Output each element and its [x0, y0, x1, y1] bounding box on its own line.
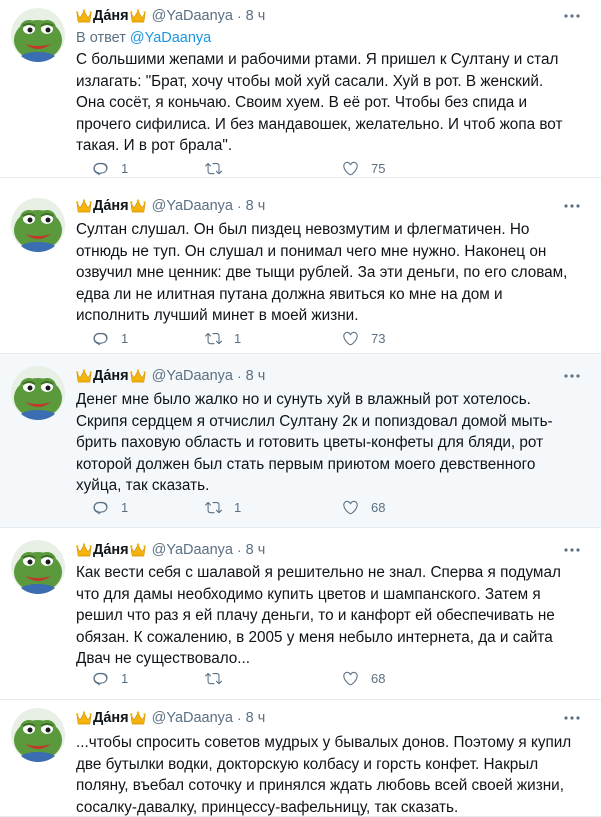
avatar[interactable]: [11, 198, 65, 252]
reply-button[interactable]: 1: [92, 160, 128, 177]
crown-icon: [129, 9, 146, 23]
tweet-actions: 1 75: [92, 160, 512, 178]
crown-icon: [129, 543, 146, 557]
author-name[interactable]: Да́ня: [93, 6, 129, 26]
more-options-icon[interactable]: [563, 713, 581, 723]
crown-icon: [129, 711, 146, 725]
reply-button[interactable]: 1: [92, 499, 128, 516]
tweet-text: Султан слушал. Он был пиздец невозмутим …: [76, 221, 568, 325]
tweet-actions: 1 1 73: [92, 330, 512, 348]
retweet-button[interactable]: 1: [205, 330, 241, 347]
like-button[interactable]: 68: [342, 499, 385, 516]
like-button[interactable]: 68: [342, 670, 385, 687]
tweet-header: Да́ня @YaDaanya · 8 ч: [76, 6, 265, 26]
tweet-actions: 1 68: [92, 670, 512, 688]
retweet-count: 1: [234, 500, 242, 515]
tweet-thread: Да́ня @YaDaanya · 8 ч В ответ @YaDaanya …: [0, 0, 601, 817]
avatar[interactable]: [11, 366, 65, 420]
tweet-text: С большими жепами и рабочими ртами. Я пр…: [76, 51, 563, 155]
separator-dot: ·: [236, 198, 242, 214]
author-name[interactable]: Да́ня: [93, 540, 129, 560]
author-handle[interactable]: @YaDaanya: [152, 196, 233, 216]
like-count: 68: [371, 500, 386, 515]
reply-count: 1: [121, 671, 129, 686]
author-name[interactable]: Да́ня: [93, 366, 129, 386]
like-button[interactable]: 73: [342, 330, 385, 347]
tweet[interactable]: Да́ня @YaDaanya · 8 ч В ответ @YaDaanya …: [0, 0, 601, 178]
avatar[interactable]: [11, 708, 65, 762]
separator-dot: ·: [236, 8, 242, 24]
tweet-header: Да́ня @YaDaanya · 8 ч: [76, 366, 265, 386]
crown-icon: [129, 369, 146, 383]
author-handle[interactable]: @YaDaanya: [152, 708, 233, 728]
tweet-text: ...чтобы спросить советов мудрых у бывал…: [76, 734, 572, 816]
crown-icon: [76, 543, 92, 557]
tweet-header: Да́ня @YaDaanya · 8 ч: [76, 708, 265, 728]
more-options-icon[interactable]: [563, 11, 581, 21]
crown-icon: [76, 199, 92, 213]
author-handle[interactable]: @YaDaanya: [152, 540, 233, 560]
reply-count: 1: [121, 500, 129, 515]
tweet-header: Да́ня @YaDaanya · 8 ч: [76, 196, 265, 216]
more-options-icon[interactable]: [563, 371, 581, 381]
avatar[interactable]: [11, 8, 65, 62]
reply-mention-link[interactable]: @YaDaanya: [130, 30, 211, 46]
separator-dot: ·: [236, 542, 242, 558]
avatar[interactable]: [11, 540, 65, 594]
tweet-text: Как вести себя с шалавой я решительно не…: [76, 564, 561, 668]
tweet[interactable]: Да́ня @YaDaanya · 8 ч Как вести себя с ш…: [0, 528, 601, 700]
like-button[interactable]: 75: [342, 160, 385, 177]
tweet-time[interactable]: 8 ч: [246, 196, 266, 216]
tweet[interactable]: Да́ня @YaDaanya · 8 ч Султан слушал. Он …: [0, 178, 601, 354]
like-count: 75: [371, 161, 386, 176]
like-count: 68: [371, 671, 386, 686]
tweet-actions: 1 1 68: [92, 499, 512, 517]
crown-icon: [76, 711, 92, 725]
author-handle[interactable]: @YaDaanya: [152, 6, 233, 26]
tweet[interactable]: Да́ня @YaDaanya · 8 ч ...чтобы спросить …: [0, 700, 601, 817]
tweet-time[interactable]: 8 ч: [246, 366, 266, 386]
retweet-button[interactable]: [205, 160, 234, 177]
separator-dot: ·: [236, 710, 242, 726]
reply-button[interactable]: 1: [92, 670, 128, 687]
like-count: 73: [371, 331, 386, 346]
tweet-time[interactable]: 8 ч: [246, 708, 266, 728]
tweet-time[interactable]: 8 ч: [246, 6, 266, 26]
author-name[interactable]: Да́ня: [93, 708, 129, 728]
reply-count: 1: [121, 161, 129, 176]
reply-prefix: В ответ: [76, 30, 126, 46]
reply-count: 1: [121, 331, 129, 346]
author-handle[interactable]: @YaDaanya: [152, 366, 233, 386]
tweet-time[interactable]: 8 ч: [246, 540, 266, 560]
reply-context: В ответ @YaDaanya: [76, 28, 211, 48]
more-options-icon[interactable]: [563, 201, 581, 211]
tweet[interactable]: Да́ня @YaDaanya · 8 ч Денег мне было жал…: [0, 354, 601, 528]
tweet-text: Денег мне было жалко но и сунуть хуй в в…: [76, 391, 553, 495]
retweet-count: 1: [234, 331, 242, 346]
retweet-button[interactable]: 1: [205, 499, 241, 516]
tweet-header: Да́ня @YaDaanya · 8 ч: [76, 540, 265, 560]
retweet-button[interactable]: [205, 670, 234, 687]
author-name[interactable]: Да́ня: [93, 196, 129, 216]
reply-button[interactable]: 1: [92, 330, 128, 347]
crown-icon: [129, 199, 146, 213]
crown-icon: [76, 369, 92, 383]
crown-icon: [76, 9, 92, 23]
separator-dot: ·: [236, 368, 242, 384]
more-options-icon[interactable]: [563, 545, 581, 555]
